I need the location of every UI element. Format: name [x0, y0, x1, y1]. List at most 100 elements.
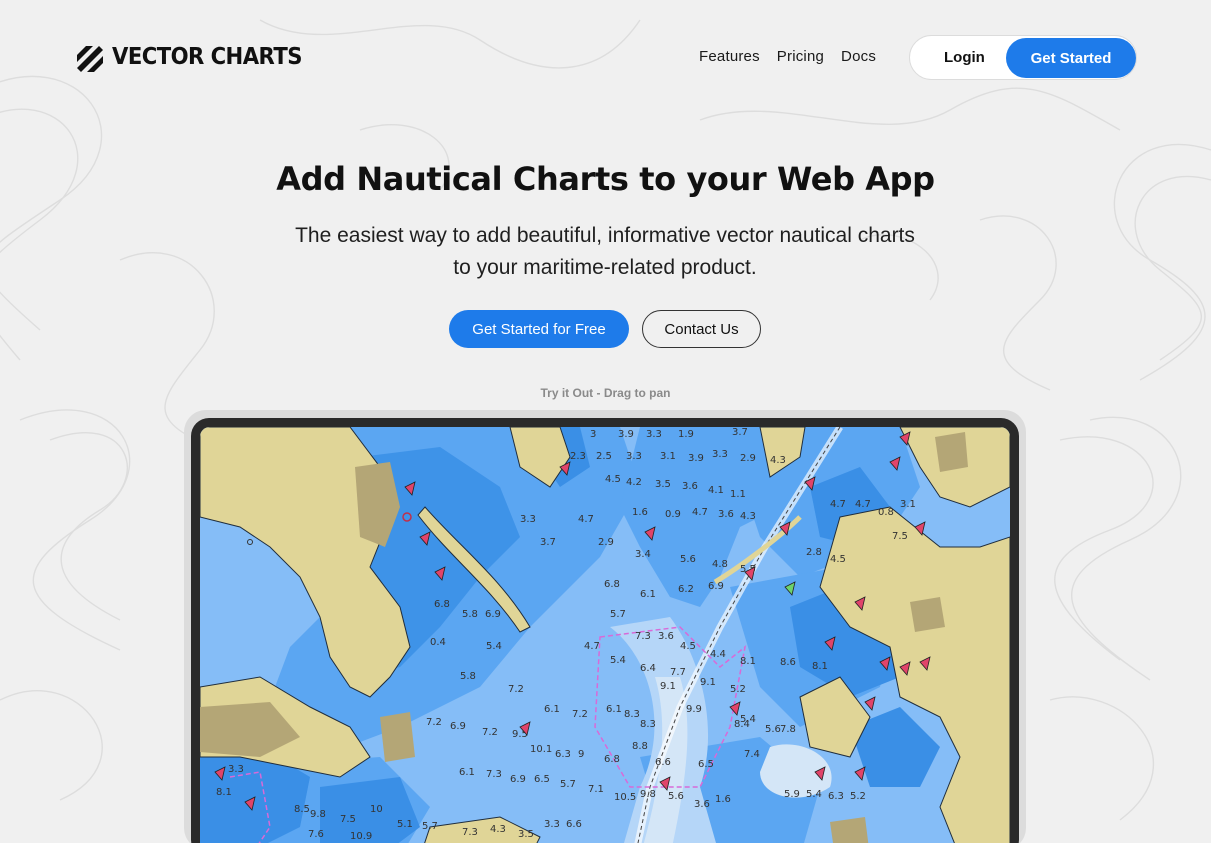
depth-sounding-label: 3.6 [694, 799, 710, 810]
depth-sounding-label: 5.7 [560, 779, 576, 790]
depth-sounding-label: 7.2 [482, 727, 498, 738]
brand-logo[interactable]: VECTOR CHARTS [73, 42, 318, 72]
depth-sounding-label: 1.1 [730, 489, 746, 500]
depth-sounding-label: 1.9 [678, 429, 694, 440]
depth-sounding-label: 3.7 [732, 427, 748, 438]
depth-sounding-label: 4.3 [490, 824, 506, 835]
depth-sounding-label: 10.5 [614, 792, 636, 803]
depth-sounding-label: 8.6 [780, 657, 796, 668]
depth-sounding-label: 4.8 [712, 559, 728, 570]
depth-sounding-label: 5.6 [765, 724, 781, 735]
depth-sounding-label: 5.8 [460, 671, 476, 682]
depth-sounding-label: 3.3 [646, 429, 662, 440]
hero-subtitle-line-1: The easiest way to add beautiful, inform… [295, 224, 915, 247]
nav-link-features[interactable]: Features [699, 48, 760, 65]
depth-sounding-label: 7.6 [308, 829, 324, 840]
depth-sounding-label: 5.7 [422, 821, 438, 832]
depth-sounding-label: 2.8 [806, 547, 822, 558]
depth-sounding-label: 2.9 [598, 537, 614, 548]
depth-sounding-label: 4.7 [692, 507, 708, 518]
depth-sounding-label: 6.5 [698, 759, 714, 770]
depth-sounding-label: 4.5 [605, 474, 621, 485]
depth-sounding-label: 6.1 [606, 704, 622, 715]
depth-sounding-label: 2.3 [570, 451, 586, 462]
depth-sounding-label: 7.2 [572, 709, 588, 720]
site-header: VECTOR CHARTS Features Pricing Docs Logi… [0, 0, 1211, 110]
depth-sounding-label: 7.1 [588, 784, 604, 795]
depth-sounding-label: 0.9 [665, 509, 681, 520]
depth-sounding-label: 5.4 [486, 641, 502, 652]
depth-sounding-label: 6.2 [678, 584, 694, 595]
depth-sounding-label: 5.7 [610, 609, 626, 620]
depth-sounding-label: 3.3 [228, 764, 244, 775]
depth-sounding-label: 4.1 [708, 485, 724, 496]
depth-sounding-label: 3.6 [682, 481, 698, 492]
depth-sounding-label: 6.9 [485, 609, 501, 620]
depth-sounding-label: 4.4 [710, 649, 726, 660]
depth-sounding-label: 5.8 [462, 609, 478, 620]
depth-sounding-label: 1.6 [715, 794, 731, 805]
depth-sounding-label: 4.7 [578, 514, 594, 525]
depth-sounding-label: 3.6 [658, 631, 674, 642]
depth-sounding-label: 7.5 [340, 814, 356, 825]
depth-sounding-label: 3.7 [540, 537, 556, 548]
depth-sounding-label: 5.1 [397, 819, 413, 830]
depth-sounding-label: 2.5 [596, 451, 612, 462]
waypoint-icon [247, 539, 253, 545]
nav-link-docs[interactable]: Docs [841, 48, 876, 65]
depth-sounding-label: 8.4 [734, 719, 750, 730]
depth-sounding-label: 5.9 [784, 789, 800, 800]
depth-sounding-label: 6.9 [510, 774, 526, 785]
depth-sounding-label: 2.9 [740, 453, 756, 464]
depth-sounding-label: 6.3 [828, 791, 844, 802]
depth-sounding-label: 5.6 [668, 791, 684, 802]
depth-sounding-label: 7.8 [780, 724, 796, 735]
depth-sounding-label: 0.8 [878, 507, 894, 518]
depth-sounding-label: 3.5 [518, 829, 534, 840]
depth-sounding-label: 5.2 [850, 791, 866, 802]
depth-sounding-label: 3.9 [618, 429, 634, 440]
nav-link-pricing[interactable]: Pricing [777, 48, 824, 65]
depth-sounding-label: 3.1 [660, 451, 676, 462]
landing-page: VECTOR CHARTS Features Pricing Docs Logi… [0, 0, 1211, 843]
get-started-for-free-button[interactable]: Get Started for Free [449, 310, 629, 348]
depth-sounding-label: 9 [578, 749, 584, 760]
contact-us-button[interactable]: Contact Us [642, 310, 761, 348]
depth-sounding-label: 3.3 [626, 451, 642, 462]
depth-sounding-label: 4.3 [740, 511, 756, 522]
login-button[interactable]: Login [944, 49, 985, 66]
depth-sounding-label: 5.2 [730, 684, 746, 695]
depth-sounding-label: 9.1 [700, 677, 716, 688]
depth-sounding-label: 6.9 [708, 581, 724, 592]
depth-sounding-label: 5.4 [806, 789, 822, 800]
demo-hint: Try it Out - Drag to pan [540, 386, 671, 400]
depth-sounding-label: 4.5 [830, 554, 846, 565]
depth-sounding-label: 3.3 [712, 449, 728, 460]
hero-title: Add Nautical Charts to your Web App [276, 160, 935, 198]
depth-sounding-label: 4.3 [770, 455, 786, 466]
nautical-chart-map[interactable]: 3 3.9 3.3 1.9 3.7 2.3 2.5 3.3 3.1 3.9 3.3 2.9 4.3 4.5… [200, 427, 1010, 843]
depth-sounding-label: 0.4 [430, 637, 446, 648]
depth-sounding-label: 8.3 [640, 719, 656, 730]
depth-sounding-label: 6.8 [604, 754, 620, 765]
hero-subtitle-line-2: to your maritime-related product. [453, 256, 757, 279]
get-started-button[interactable]: Get Started [1006, 38, 1136, 78]
depth-sounding-label: 3.5 [655, 479, 671, 490]
depth-sounding-label: 4.7 [855, 499, 871, 510]
depth-sounding-label: 3.9 [688, 453, 704, 464]
depth-sounding-label: 7.7 [670, 667, 686, 678]
depth-sounding-label: 8.1 [740, 656, 756, 667]
depth-sounding-label: 3.4 [635, 549, 651, 560]
depth-sounding-label: 5.6 [680, 554, 696, 565]
depth-sounding-label: 7.3 [635, 631, 651, 642]
depth-sounding-label: 8.1 [812, 661, 828, 672]
depth-sounding-label: 9.9 [686, 704, 702, 715]
depth-sounding-label: 6.1 [459, 767, 475, 778]
diagonal-stripes-logo-icon [77, 46, 103, 72]
depth-sounding-label: 8.1 [216, 787, 232, 798]
depth-sounding-label: 9.8 [310, 809, 326, 820]
depth-sounding-label: 6.8 [434, 599, 450, 610]
main-nav: Features Pricing Docs [699, 48, 893, 65]
depth-sounding-label: 4.7 [584, 641, 600, 652]
depth-sounding-label: 6.3 [555, 749, 571, 760]
